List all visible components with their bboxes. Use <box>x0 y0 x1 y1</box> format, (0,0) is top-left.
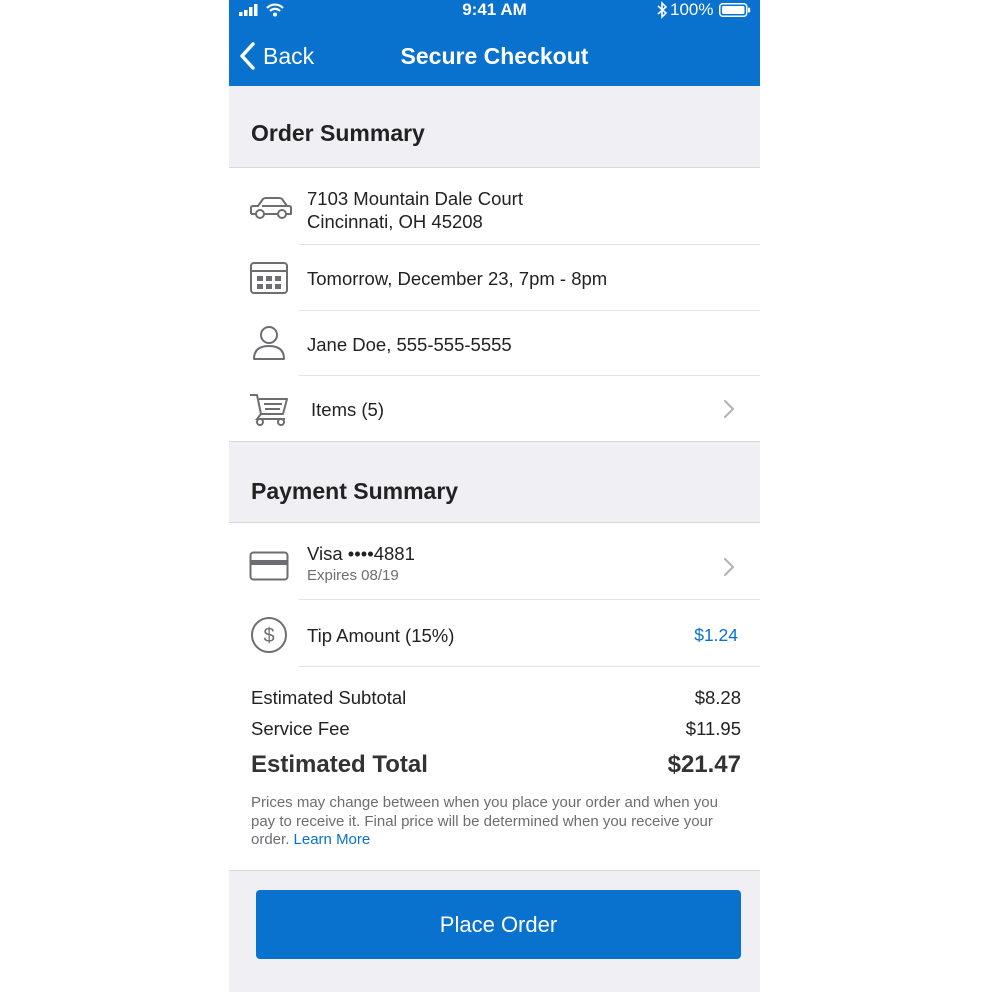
price-disclaimer: Prices may change between when you place… <box>251 794 731 850</box>
order-summary-group: 7103 Mountain Dale Court Cincinnati, OH … <box>229 168 760 441</box>
order-summary-heading: Order Summary <box>251 120 425 146</box>
service-fee-line: Service Fee $11.95 <box>251 718 741 740</box>
subtotal-value: $8.28 <box>694 687 741 708</box>
checkout-screen: 9:41 AM 100% Back Secure Checkout Order … <box>229 0 760 992</box>
credit-card-icon <box>249 551 289 581</box>
contact-row[interactable]: Jane Doe, 555-555-5555 <box>229 311 760 376</box>
service-fee-label: Service Fee <box>251 718 350 739</box>
order-summary-header: Order Summary <box>229 86 760 168</box>
estimated-total-value: $21.47 <box>667 751 741 778</box>
chevron-right-icon <box>723 399 735 419</box>
chevron-right-icon <box>723 557 735 577</box>
page-title: Secure Checkout <box>400 43 589 69</box>
checkout-footer: Place Order <box>229 870 760 992</box>
status-bar: 9:41 AM 100% <box>229 0 760 20</box>
delivery-time-row[interactable]: Tomorrow, December 23, 7pm - 8pm <box>229 245 760 311</box>
address-line-1: 7103 Mountain Dale Court <box>307 188 523 209</box>
payment-summary-heading: Payment Summary <box>251 478 459 504</box>
delivery-time-text: Tomorrow, December 23, 7pm - 8pm <box>307 268 608 289</box>
items-count-text: Items (5) <box>311 399 384 420</box>
battery-icon <box>719 3 751 17</box>
dollar-icon: $ <box>250 616 288 654</box>
cart-icon <box>249 392 291 426</box>
place-order-button[interactable]: Place Order <box>256 890 741 959</box>
estimated-total-label: Estimated Total <box>251 751 428 778</box>
payment-summary-header: Payment Summary <box>229 441 760 523</box>
payment-method-row[interactable]: Visa ••••4881 Expires 08/19 <box>229 523 760 600</box>
delivery-address-row[interactable]: 7103 Mountain Dale Court Cincinnati, OH … <box>229 168 760 245</box>
svg-text:$: $ <box>263 625 274 647</box>
card-number-text: Visa ••••4881 <box>307 543 415 564</box>
card-expiry-text: Expires 08/19 <box>307 567 399 584</box>
calendar-icon <box>249 261 289 295</box>
person-icon <box>251 325 287 361</box>
battery-percent: 100% <box>670 0 714 19</box>
tip-row[interactable]: $ Tip Amount (15%) $1.24 <box>229 600 760 667</box>
address-line-2: Cincinnati, OH 45208 <box>307 211 483 232</box>
bluetooth-icon <box>656 1 668 19</box>
tip-label: Tip Amount (15%) <box>307 625 455 646</box>
tip-amount-value[interactable]: $1.24 <box>694 625 738 646</box>
learn-more-link[interactable]: Learn More <box>294 831 371 848</box>
car-icon <box>249 196 293 222</box>
subtotal-label: Estimated Subtotal <box>251 687 407 708</box>
subtotal-line: Estimated Subtotal $8.28 <box>251 687 741 709</box>
divider <box>299 666 760 667</box>
estimated-total-line: Estimated Total $21.47 <box>251 751 741 779</box>
service-fee-value: $11.95 <box>685 718 741 739</box>
items-row[interactable]: Items (5) <box>229 376 760 441</box>
contact-text: Jane Doe, 555-555-5555 <box>307 334 512 355</box>
navigation-bar: Back Secure Checkout <box>229 20 760 86</box>
